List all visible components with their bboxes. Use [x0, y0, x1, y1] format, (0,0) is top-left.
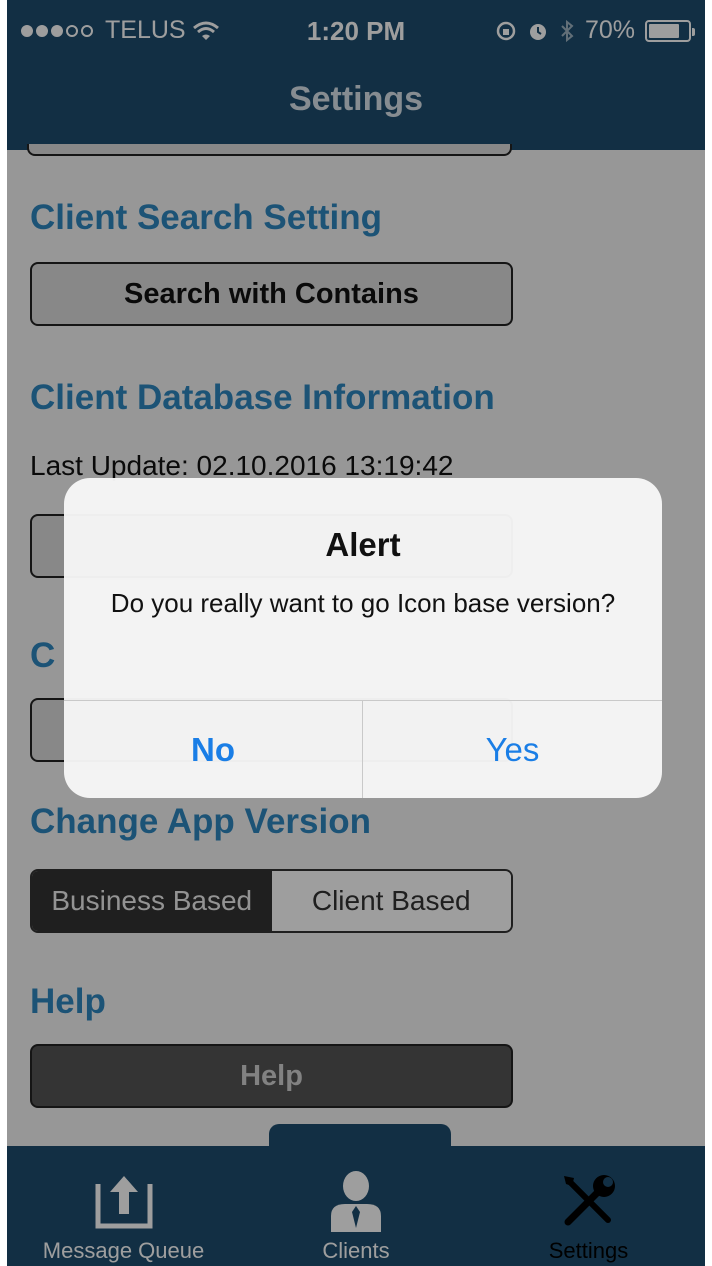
alert-message: Do you really want to go Icon base versi…: [110, 588, 616, 618]
alert-yes-button[interactable]: Yes: [363, 701, 662, 798]
alert-title: Alert: [325, 526, 401, 563]
alert-no-button[interactable]: No: [64, 701, 362, 798]
alert-dialog: Alert Do you really want to go Icon base…: [64, 478, 662, 798]
app-frame: TELUS 1:20 PM 70% Settings Client Search…: [7, 0, 705, 1266]
